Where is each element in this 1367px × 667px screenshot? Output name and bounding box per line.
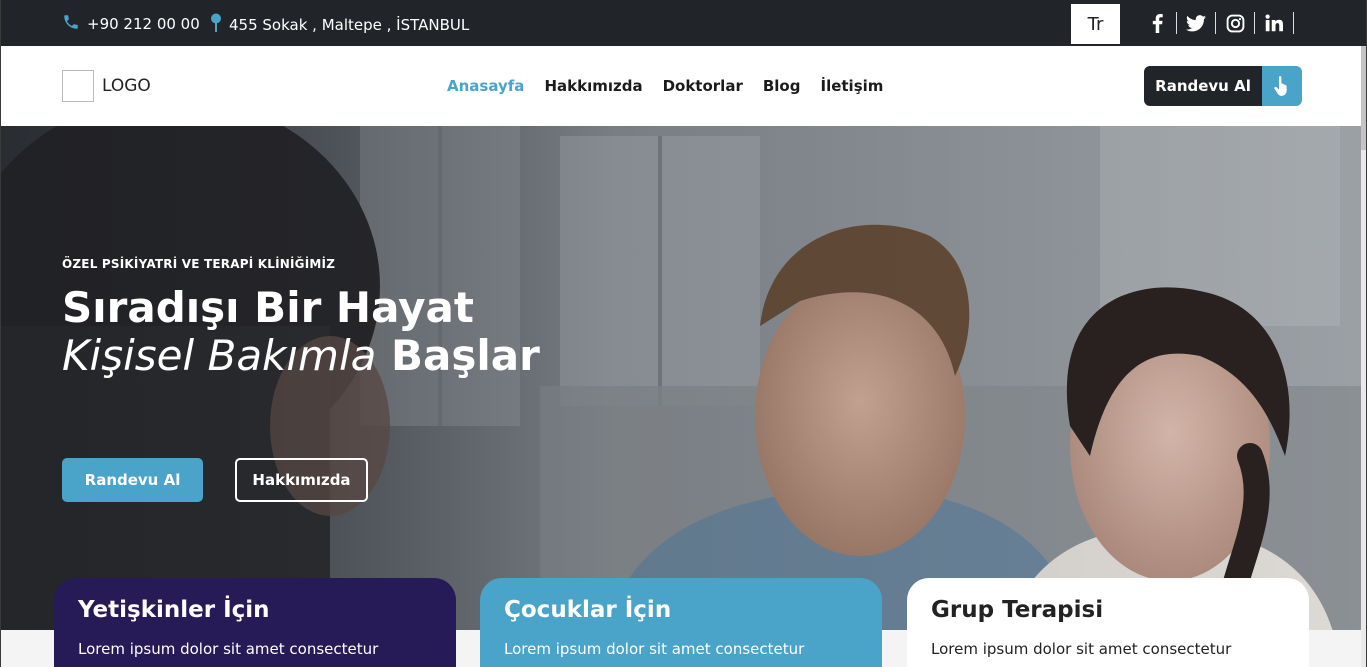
site-header: LOGO Anasayfa Hakkımızda Doktorlar Blog … bbox=[0, 46, 1367, 126]
phone-contact[interactable]: +90 212 00 00 bbox=[62, 13, 200, 34]
address-contact[interactable]: 455 Sokak , Maltepe , İSTANBUL bbox=[210, 13, 469, 36]
address-text: 455 Sokak , Maltepe , İSTANBUL bbox=[229, 15, 470, 34]
nav-item-about[interactable]: Hakkımızda bbox=[544, 77, 642, 95]
hero-appointment-button[interactable]: Randevu Al bbox=[62, 458, 203, 502]
nav-item-home[interactable]: Anasayfa bbox=[447, 77, 524, 95]
top-bar: +90 212 00 00 455 Sokak , Maltepe , İSTA… bbox=[0, 0, 1367, 46]
nav-item-blog[interactable]: Blog bbox=[763, 77, 801, 95]
scrollbar-thumb[interactable] bbox=[1361, 46, 1367, 150]
hand-pointer-icon bbox=[1262, 66, 1302, 106]
card-text: Lorem ipsum dolor sit amet consectetur bbox=[78, 640, 379, 658]
card-title: Çocuklar İçin bbox=[504, 597, 672, 623]
phone-icon bbox=[62, 13, 80, 34]
appointment-button[interactable]: Randevu Al bbox=[1144, 66, 1302, 106]
instagram-icon[interactable] bbox=[1216, 12, 1255, 34]
logo[interactable]: LOGO bbox=[62, 70, 151, 102]
logo-text: LOGO bbox=[102, 76, 151, 96]
map-pin-icon bbox=[210, 13, 222, 36]
hero-title: Sıradışı Bir Hayat Kişisel Bakımla Başla… bbox=[62, 284, 540, 380]
hero-title-italic: Kişisel Bakımla bbox=[62, 331, 377, 380]
social-links bbox=[1138, 12, 1294, 34]
hero-title-line2: Kişisel Bakımla Başlar bbox=[62, 332, 540, 380]
card-title: Grup Terapisi bbox=[931, 597, 1104, 623]
twitter-icon[interactable] bbox=[1177, 12, 1216, 34]
logo-image bbox=[62, 70, 94, 102]
linkedin-icon[interactable] bbox=[1255, 12, 1294, 34]
card-title: Yetişkinler İçin bbox=[78, 597, 270, 623]
facebook-icon[interactable] bbox=[1138, 12, 1177, 34]
language-selector[interactable]: Tr bbox=[1071, 4, 1120, 44]
card-text: Lorem ipsum dolor sit amet consectetur bbox=[504, 640, 805, 658]
service-card-children[interactable]: Çocuklar İçin Lorem ipsum dolor sit amet… bbox=[480, 578, 882, 667]
nav-item-doctors[interactable]: Doktorlar bbox=[663, 77, 743, 95]
hero-title-line1: Sıradışı Bir Hayat bbox=[62, 283, 474, 332]
phone-number: +90 212 00 00 bbox=[87, 14, 200, 33]
nav-item-contact[interactable]: İletişim bbox=[820, 77, 883, 95]
card-text: Lorem ipsum dolor sit amet consectetur bbox=[931, 640, 1232, 658]
page-scrollbar[interactable] bbox=[1361, 46, 1367, 667]
hero-about-button[interactable]: Hakkımızda bbox=[235, 458, 368, 502]
hero-title-bold: Başlar bbox=[391, 331, 540, 380]
service-card-group-therapy[interactable]: Grup Terapisi Lorem ipsum dolor sit amet… bbox=[907, 578, 1309, 667]
main-nav: Anasayfa Hakkımızda Doktorlar Blog İleti… bbox=[447, 77, 883, 95]
hero-eyebrow: ÖZEL PSİKİYATRİ VE TERAPİ KLİNİĞİMİZ bbox=[62, 257, 336, 271]
service-card-adults[interactable]: Yetişkinler İçin Lorem ipsum dolor sit a… bbox=[54, 578, 456, 667]
appointment-button-label: Randevu Al bbox=[1144, 66, 1262, 106]
